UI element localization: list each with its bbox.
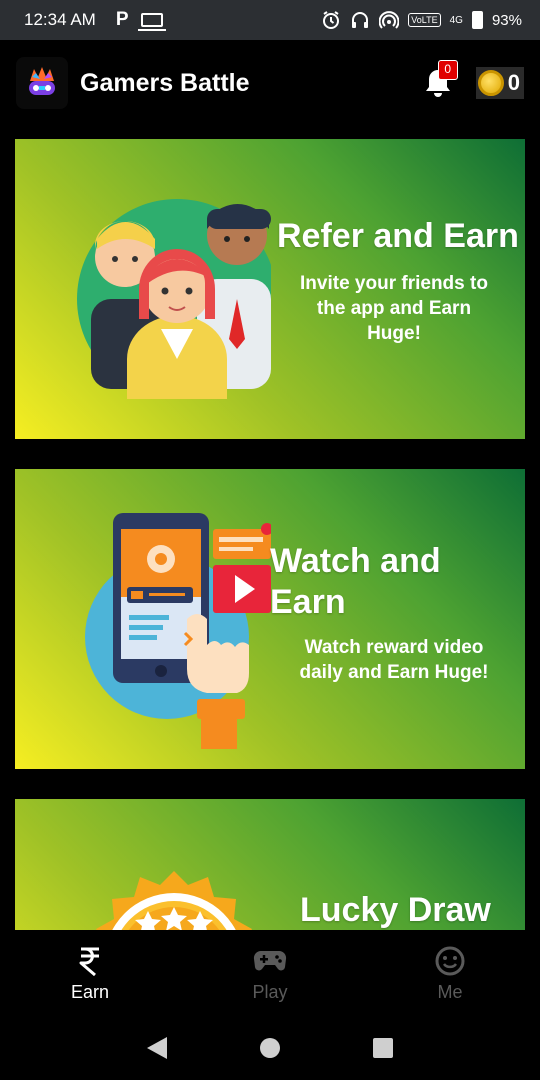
nav-item-play[interactable]: Play bbox=[180, 930, 360, 1016]
recents-button[interactable] bbox=[368, 1033, 398, 1063]
rupee-icon bbox=[79, 944, 101, 978]
coin-icon bbox=[477, 70, 504, 96]
card-title: Refer and Earn bbox=[277, 217, 519, 255]
status-bar: 12:34 AM P VoLTE 4G 93% bbox=[0, 0, 540, 40]
coin-count: 0 bbox=[507, 70, 520, 95]
nav-item-me[interactable]: Me bbox=[360, 930, 540, 1016]
notification-button[interactable]: 0 bbox=[422, 60, 458, 100]
nav-label: Earn bbox=[70, 981, 110, 1002]
battery-percent: 93% bbox=[491, 11, 522, 29]
back-triangle-icon bbox=[146, 1037, 167, 1059]
app-title: Gamers Battle bbox=[80, 68, 250, 97]
home-circle-icon bbox=[259, 1038, 280, 1058]
volte-icon: VoLTE bbox=[408, 13, 441, 27]
app-logo-icon bbox=[16, 57, 68, 109]
refer-and-earn-card[interactable]: Refer and Earn Invite your friends to th… bbox=[15, 139, 525, 439]
coin-balance[interactable]: 0 bbox=[475, 67, 524, 99]
card-title: Lucky Draw bbox=[300, 891, 491, 929]
refer-people-illustration-icon bbox=[77, 199, 271, 399]
smiley-icon bbox=[434, 944, 466, 978]
bottom-navigation: Earn Play Me bbox=[0, 930, 540, 1016]
headphones-icon bbox=[350, 10, 370, 30]
notification-badge: 0 bbox=[437, 60, 458, 80]
hotspot-icon bbox=[379, 10, 400, 30]
nav-label: Me bbox=[437, 981, 463, 1002]
home-button[interactable] bbox=[255, 1033, 285, 1063]
recents-square-icon bbox=[373, 1038, 394, 1058]
network-type: 4G bbox=[449, 14, 463, 26]
card-description: Watch reward video daily and Earn Huge! bbox=[299, 637, 489, 683]
watch-and-earn-card[interactable]: Watch and Earn Watch reward video daily … bbox=[15, 469, 525, 769]
laptop-icon bbox=[137, 13, 166, 31]
header-actions: 0 0 bbox=[422, 60, 524, 100]
parking-icon: P bbox=[115, 9, 129, 30]
watch-video-illustration-icon bbox=[85, 513, 271, 749]
battery-icon bbox=[471, 11, 483, 29]
gamepad-icon bbox=[253, 944, 287, 978]
status-right-icons: VoLTE 4G 93% bbox=[321, 10, 522, 30]
earn-content: Refer and Earn Invite your friends to th… bbox=[0, 126, 540, 930]
alarm-icon bbox=[321, 10, 341, 30]
system-navigation bbox=[0, 1016, 540, 1080]
nav-label: Play bbox=[252, 981, 288, 1002]
back-button[interactable] bbox=[142, 1033, 172, 1063]
status-time: 12:34 AM bbox=[24, 10, 96, 29]
status-left-icons: P bbox=[115, 9, 166, 31]
lucky-draw-badge-illustration-icon bbox=[96, 871, 252, 930]
card-description: Invite your friends to the app and Earn … bbox=[300, 273, 488, 344]
nav-item-earn[interactable]: Earn bbox=[0, 930, 180, 1016]
app-header: Gamers Battle 0 0 bbox=[0, 40, 540, 126]
card-title: Watch and Earn bbox=[270, 542, 441, 621]
lucky-draw-card[interactable]: Lucky Draw bbox=[15, 799, 525, 930]
